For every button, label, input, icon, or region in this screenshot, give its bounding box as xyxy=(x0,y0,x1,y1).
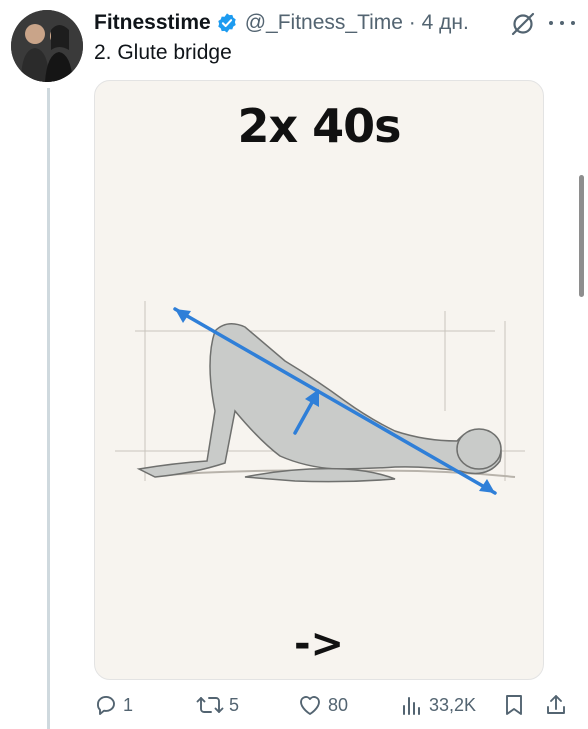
verified-badge-icon[interactable] xyxy=(216,12,238,34)
reply-icon xyxy=(97,696,115,715)
bookmark-icon xyxy=(506,695,522,715)
thread-line xyxy=(47,88,50,729)
media-next-arrow: -> xyxy=(293,621,345,667)
display-name[interactable]: Fitnesstime xyxy=(94,11,211,35)
like-button[interactable]: 80 xyxy=(297,690,348,720)
bookmark-button[interactable] xyxy=(503,690,525,720)
retweet-button[interactable]: 5 xyxy=(196,690,239,720)
separator: · xyxy=(408,11,416,34)
like-count: 80 xyxy=(328,694,349,715)
share-button[interactable] xyxy=(544,690,568,720)
more-icon[interactable] xyxy=(549,12,575,34)
tweet-actions: 1 5 80 33,2K xyxy=(94,690,584,720)
views-icon xyxy=(403,697,420,715)
like-icon xyxy=(300,696,320,715)
views-button[interactable]: 33,2K xyxy=(400,690,476,720)
tweet-media[interactable]: 2x 40s -> xyxy=(94,80,544,680)
avatar-photo xyxy=(11,10,83,82)
handle[interactable]: @_Fitness_Time xyxy=(245,11,403,34)
handle-and-time: @_Fitness_Time · 4 дн. xyxy=(245,11,469,35)
share-icon xyxy=(547,695,565,714)
retweet-icon xyxy=(196,697,224,713)
retweet-count: 5 xyxy=(229,694,240,715)
scrollbar[interactable] xyxy=(579,175,584,297)
timestamp[interactable]: 4 дн. xyxy=(422,11,469,34)
views-count: 33,2K xyxy=(429,694,477,715)
media-title: 2x 40s xyxy=(237,99,401,153)
reply-count: 1 xyxy=(123,694,134,715)
avatar[interactable] xyxy=(11,10,83,82)
glute-bridge-illustration xyxy=(115,301,525,495)
tweet-text: 2. Glute bridge xyxy=(94,41,232,64)
grok-icon[interactable] xyxy=(509,10,537,38)
reply-button[interactable]: 1 xyxy=(94,690,133,720)
